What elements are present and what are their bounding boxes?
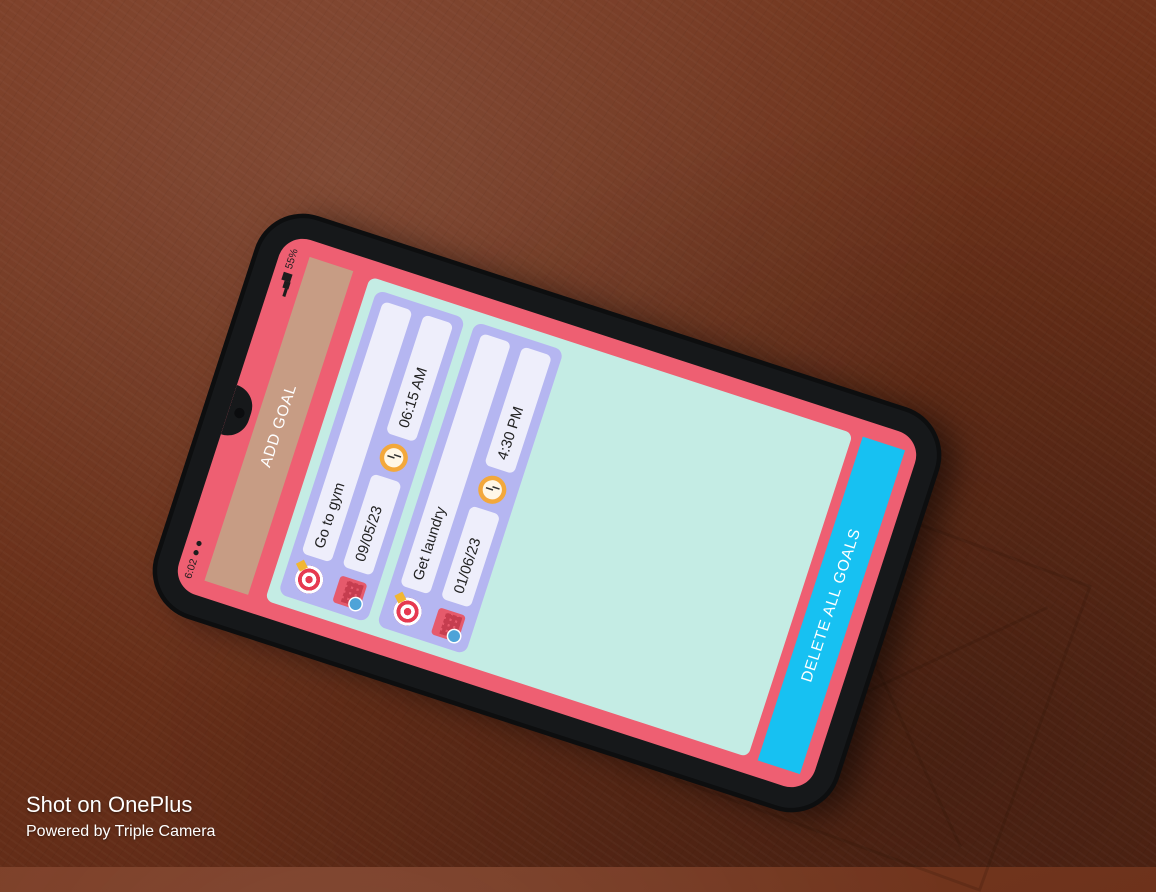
watermark-powered-by: Powered by Triple Camera	[26, 823, 216, 840]
signal-icon: ▂▄▆	[273, 270, 292, 297]
calendar-icon	[332, 575, 368, 611]
notification-icon	[192, 549, 200, 556]
status-time: 6:02	[181, 557, 200, 581]
target-icon	[291, 561, 327, 598]
watermark-shot-on: Shot on OnePlus	[26, 792, 193, 817]
clock-icon	[474, 472, 511, 508]
target-icon	[389, 593, 426, 630]
calendar-icon	[430, 607, 467, 643]
notification-icon	[195, 539, 202, 547]
battery-level: 55%	[282, 247, 300, 271]
clock-icon	[376, 440, 412, 476]
